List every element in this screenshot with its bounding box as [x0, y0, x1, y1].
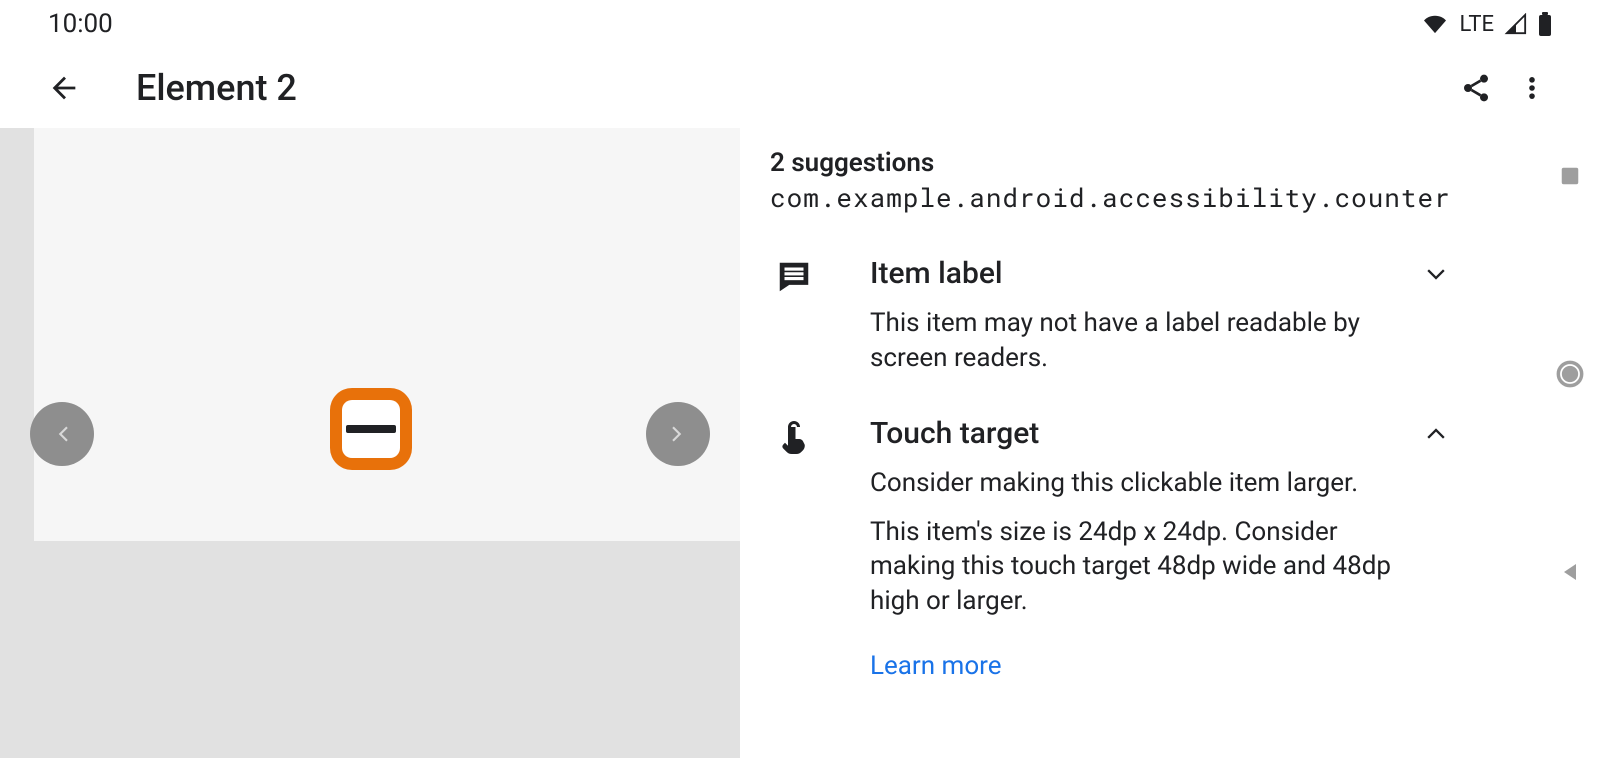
suggestion-title: Touch target	[870, 414, 1416, 454]
highlighted-element[interactable]	[330, 388, 412, 470]
wifi-icon	[1421, 13, 1449, 35]
suggestion-touch-target[interactable]: Touch target Consider making this clicka…	[770, 414, 1456, 684]
next-element-button[interactable]	[646, 402, 710, 466]
circle-icon	[1556, 360, 1584, 388]
square-icon	[1559, 165, 1581, 187]
app-bar: Element 2	[0, 48, 1600, 128]
element-icon	[342, 400, 400, 458]
expand-toggle[interactable]	[1416, 254, 1456, 288]
suggestions-count: 2 suggestions	[770, 146, 1456, 181]
clock: 10:00	[48, 9, 113, 39]
chevron-right-icon	[663, 419, 693, 449]
screenshot-preview	[0, 128, 740, 758]
suggestion-detail: This item's size is 24dp x 24dp. Conside…	[870, 515, 1416, 619]
chevron-up-icon	[1422, 420, 1450, 448]
system-back-button[interactable]	[1554, 556, 1586, 588]
suggestion-title: Item label	[870, 254, 1416, 294]
page-title: Element 2	[136, 67, 297, 109]
resource-id: com.example.android.accessibility.counte…	[770, 181, 1456, 216]
preview-canvas	[34, 128, 740, 541]
chevron-left-icon	[47, 419, 77, 449]
share-icon	[1460, 72, 1492, 104]
cellular-icon	[1504, 13, 1528, 35]
comment-icon	[775, 258, 813, 296]
status-bar: 10:00 LTE	[0, 0, 1600, 48]
learn-more-row: Learn more	[870, 649, 1416, 684]
network-label: LTE	[1459, 12, 1494, 37]
suggestions-panel: 2 suggestions com.example.android.access…	[740, 128, 1480, 758]
triangle-back-icon	[1558, 560, 1582, 584]
arrow-back-icon	[47, 71, 81, 105]
touch-icon	[775, 418, 813, 460]
suggestion-item-label[interactable]: Item label This item may not have a labe…	[770, 254, 1456, 376]
chevron-down-icon	[1422, 260, 1450, 288]
learn-more-link[interactable]: Learn more	[870, 651, 1002, 681]
prev-element-button[interactable]	[30, 402, 94, 466]
system-recent-button[interactable]	[1554, 160, 1586, 192]
share-button[interactable]	[1448, 60, 1504, 116]
suggestion-summary: Consider making this clickable item larg…	[870, 466, 1416, 501]
system-nav-bar	[1540, 0, 1600, 758]
collapse-toggle[interactable]	[1416, 414, 1456, 448]
suggestion-summary: This item may not have a label readable …	[870, 306, 1416, 376]
content: 2 suggestions com.example.android.access…	[0, 128, 1600, 758]
minus-icon	[346, 425, 396, 433]
system-home-button[interactable]	[1554, 358, 1586, 390]
suggestions-header: 2 suggestions com.example.android.access…	[770, 146, 1456, 216]
status-icons: LTE	[1421, 12, 1552, 37]
back-button[interactable]	[40, 64, 88, 112]
